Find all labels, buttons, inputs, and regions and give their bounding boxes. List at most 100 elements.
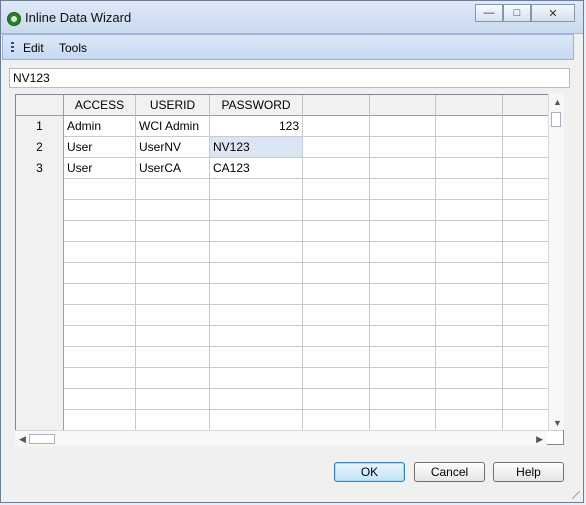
- empty-cell[interactable]: [436, 284, 503, 305]
- empty-cell[interactable]: [210, 305, 303, 326]
- empty-cell[interactable]: [436, 200, 503, 221]
- empty-cell[interactable]: [136, 284, 210, 305]
- empty-cell[interactable]: [136, 263, 210, 284]
- row-number-empty[interactable]: [16, 326, 64, 347]
- empty-cell[interactable]: [303, 347, 370, 368]
- empty-cell[interactable]: [303, 326, 370, 347]
- empty-cell[interactable]: [64, 368, 136, 389]
- row-number-empty[interactable]: [16, 200, 64, 221]
- column-header-password[interactable]: PASSWORD: [210, 95, 303, 116]
- empty-cell[interactable]: [210, 347, 303, 368]
- row-number-empty[interactable]: [16, 284, 64, 305]
- empty-cell[interactable]: [64, 200, 136, 221]
- empty-cell[interactable]: [210, 326, 303, 347]
- empty-cell[interactable]: [64, 221, 136, 242]
- cancel-button[interactable]: Cancel: [414, 462, 485, 482]
- row-number-empty[interactable]: [16, 263, 64, 284]
- empty-cell[interactable]: [436, 389, 503, 410]
- empty-cell[interactable]: [136, 389, 210, 410]
- empty-cell[interactable]: [370, 200, 436, 221]
- empty-cell[interactable]: [303, 284, 370, 305]
- empty-cell[interactable]: [436, 368, 503, 389]
- empty-cell[interactable]: [370, 347, 436, 368]
- empty-cell[interactable]: [136, 347, 210, 368]
- cell-r1-userid[interactable]: WCI Admin: [136, 116, 210, 137]
- empty-cell[interactable]: [436, 263, 503, 284]
- current-cell-value-field[interactable]: NV123: [9, 68, 570, 88]
- column-header-empty-4[interactable]: [303, 95, 370, 116]
- empty-cell[interactable]: [436, 221, 503, 242]
- row-number-3[interactable]: 3: [16, 158, 64, 179]
- cell-r2-userid[interactable]: UserNV: [136, 137, 210, 158]
- empty-cell[interactable]: [370, 410, 436, 431]
- horizontal-scroll-thumb[interactable]: [29, 434, 55, 444]
- cell-r3-password[interactable]: CA123: [210, 158, 303, 179]
- cell-r1-access[interactable]: Admin: [64, 116, 136, 137]
- empty-cell[interactable]: [436, 347, 503, 368]
- row-number-empty[interactable]: [16, 389, 64, 410]
- empty-cell[interactable]: [136, 410, 210, 431]
- empty-cell[interactable]: [136, 305, 210, 326]
- empty-cell[interactable]: [303, 179, 370, 200]
- empty-cell[interactable]: [136, 326, 210, 347]
- empty-cell[interactable]: [436, 410, 503, 431]
- empty-cell[interactable]: [303, 368, 370, 389]
- vertical-scroll-thumb[interactable]: [551, 112, 561, 127]
- empty-cell[interactable]: [303, 389, 370, 410]
- empty-cell[interactable]: [303, 116, 370, 137]
- arrow-right-icon[interactable]: ▶: [536, 434, 543, 445]
- empty-cell[interactable]: [210, 179, 303, 200]
- horizontal-scrollbar[interactable]: ◀ ▶: [15, 430, 547, 446]
- empty-cell[interactable]: [370, 158, 436, 179]
- empty-cell[interactable]: [210, 284, 303, 305]
- vertical-scrollbar[interactable]: ▲ ▼: [548, 94, 564, 430]
- cell-r2-access[interactable]: User: [64, 137, 136, 158]
- empty-cell[interactable]: [136, 221, 210, 242]
- empty-cell[interactable]: [210, 242, 303, 263]
- row-number-empty[interactable]: [16, 347, 64, 368]
- empty-cell[interactable]: [436, 116, 503, 137]
- empty-cell[interactable]: [370, 221, 436, 242]
- minimize-icon[interactable]: —: [475, 4, 503, 22]
- empty-cell[interactable]: [303, 305, 370, 326]
- empty-cell[interactable]: [370, 389, 436, 410]
- empty-cell[interactable]: [436, 158, 503, 179]
- empty-cell[interactable]: [64, 305, 136, 326]
- cell-r3-userid[interactable]: UserCA: [136, 158, 210, 179]
- empty-cell[interactable]: [136, 368, 210, 389]
- cell-r3-access[interactable]: User: [64, 158, 136, 179]
- arrow-left-icon[interactable]: ◀: [19, 434, 26, 445]
- row-number-empty[interactable]: [16, 242, 64, 263]
- empty-cell[interactable]: [436, 179, 503, 200]
- empty-cell[interactable]: [303, 242, 370, 263]
- cell-r1-password[interactable]: 123: [210, 116, 303, 137]
- empty-cell[interactable]: [370, 326, 436, 347]
- menu-edit[interactable]: Edit: [23, 41, 44, 55]
- empty-cell[interactable]: [370, 284, 436, 305]
- empty-cell[interactable]: [210, 410, 303, 431]
- row-number-empty[interactable]: [16, 368, 64, 389]
- empty-cell[interactable]: [370, 263, 436, 284]
- row-number-empty[interactable]: [16, 410, 64, 431]
- empty-cell[interactable]: [210, 368, 303, 389]
- row-number-2[interactable]: 2: [16, 137, 64, 158]
- empty-cell[interactable]: [303, 158, 370, 179]
- empty-cell[interactable]: [210, 263, 303, 284]
- row-number-empty[interactable]: [16, 221, 64, 242]
- close-icon[interactable]: ✕: [531, 4, 575, 22]
- empty-cell[interactable]: [436, 305, 503, 326]
- row-number-empty[interactable]: [16, 179, 64, 200]
- empty-cell[interactable]: [64, 410, 136, 431]
- empty-cell[interactable]: [370, 368, 436, 389]
- column-header-empty-6[interactable]: [436, 95, 503, 116]
- row-number-1[interactable]: 1: [16, 116, 64, 137]
- empty-cell[interactable]: [436, 137, 503, 158]
- empty-cell[interactable]: [303, 263, 370, 284]
- empty-cell[interactable]: [210, 221, 303, 242]
- empty-cell[interactable]: [436, 242, 503, 263]
- empty-cell[interactable]: [64, 389, 136, 410]
- cell-r2-password-selected[interactable]: NV123: [210, 137, 303, 158]
- empty-cell[interactable]: [303, 137, 370, 158]
- row-number-empty[interactable]: [16, 305, 64, 326]
- empty-cell[interactable]: [303, 200, 370, 221]
